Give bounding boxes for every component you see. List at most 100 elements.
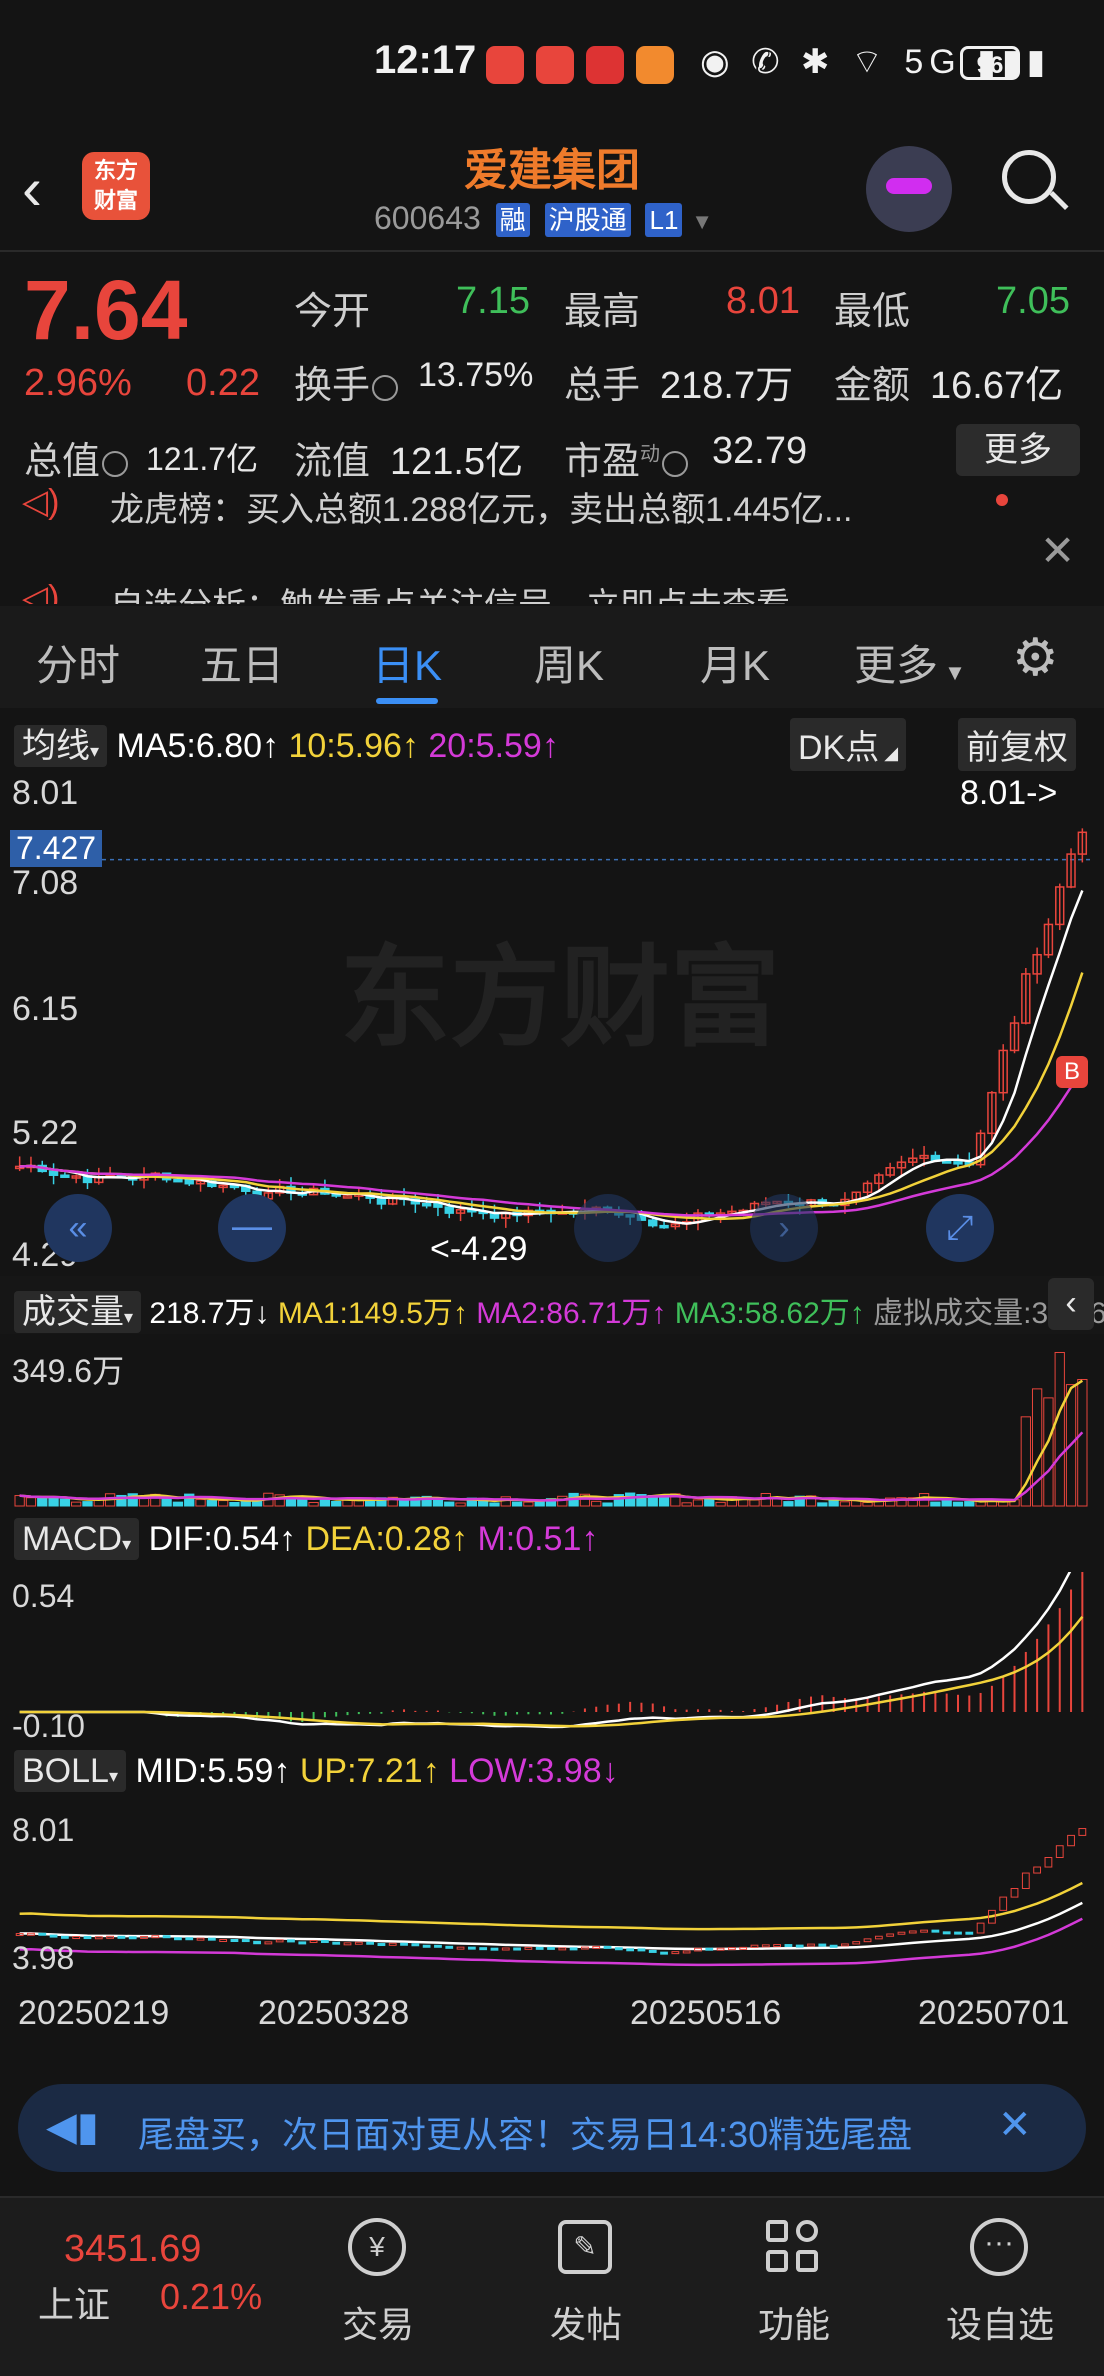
promo-text[interactable]: 尾盘买，次日面对更从容！交易日14:30精选尾盘 <box>138 2106 912 2158</box>
scroll-left-button[interactable]: « <box>44 1194 112 1262</box>
news-item[interactable]: 自选分析：触发重点关注信号，立即点击查看 <box>110 578 790 604</box>
stock-code: 600643 <box>374 200 481 236</box>
ma20-line <box>19 1068 1084 1217</box>
volume-value: 218.7万↓ <box>149 1297 270 1330</box>
boll-up: UP:7.21↑ <box>299 1752 440 1790</box>
boll-candle <box>287 1939 295 1943</box>
period-tabs: 分时 五日 日K 周K 月K 更多 ▼ ⚙ <box>0 606 1104 708</box>
assistant-avatar[interactable] <box>866 146 952 232</box>
candle-body <box>48 1170 59 1176</box>
volume-bar <box>1077 1379 1088 1507</box>
dk-point-button[interactable]: DK点 ◢ <box>790 718 907 771</box>
boll-candle <box>965 1931 974 1935</box>
info-icon[interactable] <box>102 450 129 477</box>
index-widget[interactable]: 3451.69 上证 0.21% <box>20 2218 270 2368</box>
info-icon[interactable] <box>662 450 689 477</box>
nav-functions[interactable]: 功能 <box>724 2206 864 2366</box>
tab-weekly-k[interactable]: 周K <box>534 632 604 693</box>
y-axis-mid2: 6.15 <box>12 990 79 1028</box>
buy-signal-badge[interactable]: B <box>1056 1056 1088 1088</box>
amount-value: 16.67亿 <box>930 365 1064 407</box>
boll-candle <box>942 1931 951 1935</box>
yuan-icon: ¥ <box>348 2218 406 2276</box>
boll-candle <box>558 1947 567 1951</box>
boll-candle <box>1078 1828 1087 1836</box>
fullscreen-button[interactable]: ⤢ <box>926 1194 994 1262</box>
nav-functions-label: 功能 <box>757 2304 830 2345</box>
collapse-panel-icon[interactable]: ‹ <box>1048 1278 1094 1330</box>
volume-bar <box>489 1502 500 1507</box>
boll-candle <box>309 1939 318 1943</box>
turnover-label: 换手 <box>294 354 400 409</box>
stock-header: ‹ 东方 财富 爱建集团 600643 融 沪股通 L1 ▼ <box>0 130 1104 250</box>
nav-post[interactable]: ✎ 发帖 <box>516 2206 656 2366</box>
nav-add-watchlist[interactable]: ··· 设自选 <box>930 2206 1070 2366</box>
boll-candle <box>332 1941 341 1945</box>
nav-trade[interactable]: ¥ 交易 <box>308 2206 448 2366</box>
y-axis-mid1: 7.08 <box>12 864 79 902</box>
boll-candle <box>72 1936 81 1940</box>
volume-bar <box>1043 1397 1054 1507</box>
tab-more-label: 更多 <box>854 642 939 689</box>
boll-candle <box>174 1937 182 1941</box>
boll-candle <box>761 1944 770 1948</box>
boll-candle <box>841 1943 849 1947</box>
watermark: 东方财富 <box>340 937 780 1060</box>
gear-icon[interactable]: ⚙ <box>1012 628 1059 688</box>
volume-bar <box>138 1498 150 1507</box>
volume-chart <box>14 1351 1088 1507</box>
volume-bar <box>82 1501 93 1507</box>
mcap-label: 总值 <box>24 430 130 485</box>
zoom-in-button[interactable] <box>574 1194 642 1262</box>
volume-bar <box>308 1501 319 1507</box>
boll-candle <box>343 1942 352 1946</box>
adjust-button[interactable]: 前复权 <box>958 718 1076 771</box>
chevron-down-icon: ▾ <box>108 1766 118 1786</box>
date-axis: 20250219 20250328 20250516 20250701 <box>12 1994 1092 2046</box>
mcap-label-text: 总值 <box>24 441 101 483</box>
close-icon[interactable]: ✕ <box>998 2102 1032 2148</box>
close-icon[interactable]: ✕ <box>1040 526 1075 575</box>
search-icon[interactable] <box>1002 150 1056 204</box>
scroll-right-button[interactable]: › <box>750 1194 818 1262</box>
ma20-value: 20:5.59↑ <box>428 727 559 765</box>
boll-candle <box>264 1941 273 1945</box>
boll-candle <box>603 1945 612 1949</box>
boll-candle <box>784 1944 793 1948</box>
zoom-out-button[interactable]: — <box>218 1194 286 1262</box>
ma-selector[interactable]: 均线▾ <box>14 725 108 767</box>
boll-candle <box>705 1947 714 1951</box>
volume-bar <box>964 1501 975 1507</box>
volume-bar <box>1054 1351 1065 1507</box>
ma5-value: MA5:6.80↑ <box>116 727 280 765</box>
tab-daily-k[interactable]: 日K <box>372 632 442 693</box>
candlestick-chart[interactable]: 东方财富 <box>0 766 1104 1276</box>
more-button[interactable]: 更多 <box>956 424 1080 476</box>
tab-more[interactable]: 更多 ▼ <box>854 632 966 693</box>
boll-candle <box>1044 1856 1053 1868</box>
tab-monthly-k[interactable]: 月K <box>700 632 770 693</box>
info-icon[interactable] <box>372 374 399 401</box>
news-ticker[interactable]: ◁) 龙虎榜：买入总额1.288亿元，卖出总额1.445亿... ◁) 自选分析… <box>0 486 1104 604</box>
boll-y-top: 8.01 <box>12 1812 75 1848</box>
volume-bar <box>398 1500 410 1507</box>
boll-candle <box>637 1948 646 1952</box>
macd-selector[interactable]: MACD▾ <box>14 1518 140 1560</box>
candle-body <box>433 1203 443 1208</box>
dk-point-label: DK点 <box>798 729 880 767</box>
candle-body <box>648 1219 658 1227</box>
boll-candle <box>920 1929 928 1933</box>
news-item[interactable]: 龙虎榜：买入总额1.288亿元，卖出总额1.445亿... <box>110 486 853 531</box>
volume-bar <box>455 1502 466 1507</box>
volume-bar <box>161 1498 172 1507</box>
macd-y-top: 0.54 <box>12 1578 75 1614</box>
boll-selector[interactable]: BOLL▾ <box>14 1750 126 1792</box>
boll-candle <box>682 1950 691 1954</box>
tab-five-day[interactable]: 五日 <box>200 632 284 693</box>
stock-code-line[interactable]: 600643 融 沪股通 L1 ▼ <box>374 200 713 237</box>
level-tag: L1 <box>645 203 683 237</box>
volume-selector[interactable]: 成交量▾ <box>14 1291 142 1333</box>
dropdown-icon[interactable]: ▼ <box>691 209 713 234</box>
volume-bar <box>71 1501 82 1507</box>
tab-intraday[interactable]: 分时 <box>36 632 120 693</box>
